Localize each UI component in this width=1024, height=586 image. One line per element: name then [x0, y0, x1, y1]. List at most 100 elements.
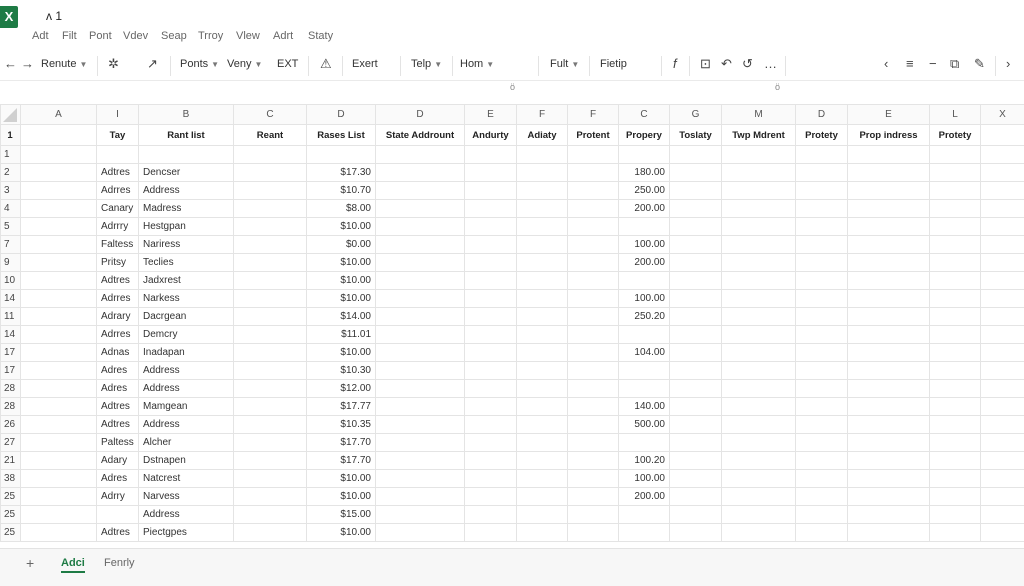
cell[interactable] [234, 164, 307, 182]
cell[interactable] [848, 344, 930, 362]
exert-button[interactable]: Exert [352, 58, 378, 70]
sheet-tab-adci[interactable]: Adci [61, 557, 85, 573]
cell[interactable] [848, 416, 930, 434]
cell[interactable] [722, 308, 796, 326]
cell[interactable]: Address [139, 362, 234, 380]
cell[interactable] [722, 470, 796, 488]
cell[interactable]: $10.00 [307, 470, 376, 488]
cell[interactable] [21, 398, 97, 416]
cell[interactable] [234, 272, 307, 290]
cell[interactable] [848, 182, 930, 200]
cell[interactable] [930, 434, 981, 452]
cell[interactable] [568, 146, 619, 164]
cell[interactable] [981, 308, 1024, 326]
cell[interactable]: Adnas [97, 344, 139, 362]
cell[interactable] [465, 362, 517, 380]
cell[interactable]: Adrres [97, 290, 139, 308]
row-number[interactable]: 21 [1, 452, 21, 470]
cell[interactable] [796, 290, 848, 308]
cell[interactable]: 200.00 [619, 200, 670, 218]
cell[interactable] [234, 218, 307, 236]
cell[interactable] [796, 326, 848, 344]
cell[interactable] [722, 326, 796, 344]
hom-dropdown[interactable]: Hom▼ [460, 58, 494, 70]
cell[interactable] [722, 452, 796, 470]
cell[interactable] [848, 488, 930, 506]
cell[interactable]: Adtres [97, 164, 139, 182]
cell[interactable] [568, 200, 619, 218]
cell[interactable]: Adary [97, 452, 139, 470]
cell[interactable] [568, 470, 619, 488]
cell[interactable] [981, 254, 1024, 272]
cell[interactable]: $17.70 [307, 452, 376, 470]
row-number[interactable]: 14 [1, 326, 21, 344]
cell[interactable] [930, 236, 981, 254]
cell[interactable] [234, 182, 307, 200]
cell[interactable] [517, 344, 568, 362]
cell[interactable]: Adres [97, 380, 139, 398]
cell[interactable] [376, 308, 465, 326]
cell[interactable] [722, 416, 796, 434]
cell[interactable] [568, 524, 619, 542]
cell[interactable]: Dstnapen [139, 452, 234, 470]
cell[interactable] [981, 524, 1024, 542]
cell[interactable] [848, 218, 930, 236]
cell[interactable] [930, 452, 981, 470]
row-number[interactable]: 25 [1, 506, 21, 524]
cell[interactable] [619, 326, 670, 344]
cell[interactable] [517, 146, 568, 164]
cell[interactable] [930, 362, 981, 380]
row-number[interactable]: 4 [1, 200, 21, 218]
row-number[interactable]: 1 [1, 125, 21, 146]
cell[interactable] [234, 236, 307, 254]
cell[interactable] [465, 218, 517, 236]
cell[interactable] [517, 488, 568, 506]
row-number[interactable]: 26 [1, 416, 21, 434]
menu-item-vlew[interactable]: Vlew [236, 30, 260, 42]
cell[interactable] [670, 200, 722, 218]
cell[interactable]: Address [139, 506, 234, 524]
cell[interactable] [568, 416, 619, 434]
cell[interactable] [465, 236, 517, 254]
cell[interactable]: Natcrest [139, 470, 234, 488]
cell[interactable] [722, 290, 796, 308]
cell[interactable] [517, 200, 568, 218]
cell[interactable] [848, 434, 930, 452]
row-number[interactable]: 5 [1, 218, 21, 236]
cell[interactable] [568, 308, 619, 326]
cell[interactable] [981, 290, 1024, 308]
cell[interactable] [848, 524, 930, 542]
column-header-cell[interactable]: Twp Mdrent [722, 125, 796, 146]
cell[interactable] [796, 524, 848, 542]
cell[interactable] [930, 290, 981, 308]
cell[interactable] [796, 218, 848, 236]
cell[interactable] [930, 254, 981, 272]
select-all-icon[interactable] [3, 108, 17, 122]
cell[interactable] [376, 506, 465, 524]
column-header-cell[interactable] [981, 125, 1024, 146]
menu-item-pont[interactable]: Pont [89, 30, 112, 42]
cell[interactable] [465, 452, 517, 470]
redo-icon[interactable]: ↺ [742, 56, 753, 72]
cell[interactable] [848, 290, 930, 308]
cell[interactable] [517, 452, 568, 470]
cell[interactable]: 100.00 [619, 290, 670, 308]
veny-dropdown[interactable]: Veny▼ [227, 58, 262, 70]
cell[interactable] [21, 254, 97, 272]
cell[interactable]: 200.00 [619, 488, 670, 506]
cell[interactable] [930, 488, 981, 506]
cell[interactable] [796, 434, 848, 452]
cell[interactable] [97, 146, 139, 164]
cell[interactable] [722, 272, 796, 290]
cell[interactable] [465, 506, 517, 524]
cell[interactable] [848, 272, 930, 290]
cell[interactable] [670, 416, 722, 434]
cell[interactable] [234, 452, 307, 470]
cell[interactable] [376, 524, 465, 542]
cell[interactable] [376, 254, 465, 272]
cell[interactable]: Adtres [97, 398, 139, 416]
cell[interactable]: 100.00 [619, 470, 670, 488]
cell[interactable]: Madress [139, 200, 234, 218]
cell[interactable] [21, 182, 97, 200]
pencil-icon[interactable]: ✎ [974, 56, 985, 72]
